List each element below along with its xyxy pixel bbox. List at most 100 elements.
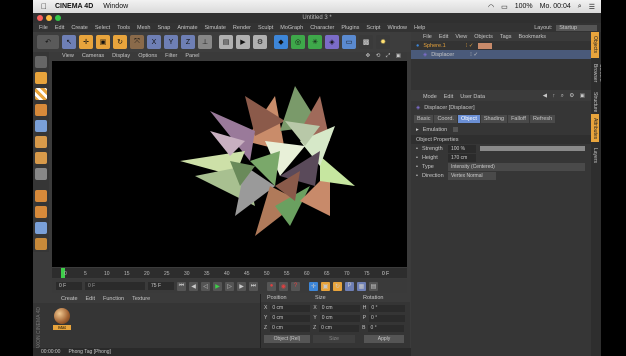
size-y-field[interactable]: 0 cm bbox=[319, 314, 360, 322]
y-axis-button[interactable]: Y bbox=[164, 35, 178, 49]
material-menu-create[interactable]: Create bbox=[61, 296, 78, 302]
wifi-icon[interactable]: ◠ bbox=[488, 3, 494, 11]
pos-key-button[interactable]: ✛ bbox=[309, 281, 318, 291]
pos-z-field[interactable]: 0 cm bbox=[270, 324, 311, 332]
goto-end-button[interactable]: ⏭ bbox=[249, 281, 258, 291]
menu-character[interactable]: Character bbox=[310, 25, 334, 31]
prev-frame-button[interactable]: ◁ bbox=[201, 281, 210, 291]
type-select[interactable]: Intensity (Centered) bbox=[447, 162, 585, 171]
play-button[interactable]: ▶ bbox=[213, 281, 222, 291]
direction-select[interactable]: Vertex Normal bbox=[447, 171, 496, 180]
attr-nav-icons[interactable]: ◀ ↑ ⌕ ⚙ ▣ bbox=[543, 93, 587, 100]
side-tab-layers[interactable]: Layers bbox=[591, 144, 599, 166]
tab-refresh[interactable]: Refresh bbox=[529, 115, 556, 123]
z-axis-button[interactable]: Z bbox=[181, 35, 195, 49]
menu-edit[interactable]: Edit bbox=[55, 25, 64, 31]
viewport-menu-view[interactable]: View bbox=[62, 53, 74, 59]
coordinate-mode-select[interactable]: Object (Rel) bbox=[264, 335, 310, 343]
array-button[interactable]: ✳ bbox=[308, 35, 322, 49]
os-menu-window[interactable]: Window bbox=[103, 3, 128, 10]
pos-y-field[interactable]: 0 cm bbox=[270, 314, 311, 322]
apple-icon[interactable]:  bbox=[39, 2, 49, 11]
rot-key-button[interactable]: ↻ bbox=[333, 281, 342, 291]
render-picture-viewer-button[interactable]: ▶ bbox=[236, 35, 250, 49]
environment-button[interactable]: ▭ bbox=[342, 35, 356, 49]
expand-arrow-icon[interactable]: ▸ bbox=[416, 127, 419, 133]
obj-menu-bookmarks[interactable]: Bookmarks bbox=[518, 34, 546, 40]
obj-menu-edit[interactable]: Edit bbox=[439, 34, 448, 40]
obj-menu-view[interactable]: View bbox=[455, 34, 467, 40]
menu-sculpt[interactable]: Sculpt bbox=[258, 25, 273, 31]
menu-plugins[interactable]: Plugins bbox=[341, 25, 359, 31]
menu-mesh[interactable]: Mesh bbox=[137, 25, 150, 31]
prev-key-button[interactable]: ◀ bbox=[189, 281, 198, 291]
magnet-icon[interactable] bbox=[35, 206, 47, 218]
battery-icon[interactable]: ▭ bbox=[501, 3, 508, 11]
side-tab-content-browser[interactable]: Content Browser bbox=[591, 60, 601, 86]
select-tool-button[interactable]: ↖ bbox=[62, 35, 76, 49]
viewport-nav-icons[interactable]: ✥ ⟲ ⤢ ▣ bbox=[366, 53, 403, 60]
snap-icon[interactable] bbox=[35, 190, 47, 202]
obj-menu-objects[interactable]: Objects bbox=[474, 34, 493, 40]
menu-select[interactable]: Select bbox=[95, 25, 110, 31]
clock[interactable]: Mo. 00:04 bbox=[540, 3, 571, 10]
material-menu-texture[interactable]: Texture bbox=[132, 296, 150, 302]
autokey-button[interactable]: ◉ bbox=[279, 281, 288, 291]
size-mode-select[interactable]: Size bbox=[313, 335, 355, 343]
tab-shading[interactable]: Shading bbox=[480, 115, 508, 123]
viewport-menu-filter[interactable]: Filter bbox=[165, 53, 177, 59]
camera-button[interactable]: ▩ bbox=[359, 35, 373, 49]
goto-start-button[interactable]: ⏮ bbox=[177, 281, 186, 291]
side-tab-objects[interactable]: Objects bbox=[591, 32, 599, 58]
apply-button[interactable]: Apply bbox=[364, 335, 404, 343]
param-key-button[interactable]: P bbox=[345, 281, 354, 291]
rot-p-field[interactable]: 0 ° bbox=[369, 314, 406, 322]
scale-tool-button[interactable]: ▣ bbox=[96, 35, 110, 49]
recent-tool-button[interactable]: ⤧ bbox=[130, 35, 144, 49]
deformer-button[interactable]: ◈ bbox=[325, 35, 339, 49]
record-button[interactable]: ● bbox=[267, 281, 276, 291]
object-row-displacer[interactable]: ◈ Displacer ⁝ ✓ bbox=[411, 50, 591, 59]
obj-menu-tags[interactable]: Tags bbox=[500, 34, 512, 40]
workplane-lock-icon[interactable] bbox=[35, 222, 47, 234]
viewport-menu-options[interactable]: Options bbox=[138, 53, 157, 59]
next-key-button[interactable]: ▶ bbox=[237, 281, 246, 291]
object-row-sphere[interactable]: ● Sphere.1 ⁝ ✓ bbox=[411, 41, 591, 50]
viewport-menu-display[interactable]: Display bbox=[112, 53, 130, 59]
menu-file[interactable]: File bbox=[39, 25, 48, 31]
material-menu-function[interactable]: Function bbox=[103, 296, 124, 302]
polygons-mode-icon[interactable] bbox=[35, 152, 47, 164]
attr-menu-edit[interactable]: Edit bbox=[444, 94, 453, 100]
close-window-button[interactable] bbox=[37, 15, 43, 21]
timeline-ruler[interactable]: 0 5 10 15 20 25 30 35 40 45 50 55 60 65 70 75 0 F bbox=[52, 268, 407, 278]
search-icon[interactable]: ⌕ bbox=[578, 3, 582, 11]
viewport-menu-cameras[interactable]: Cameras bbox=[82, 53, 104, 59]
points-mode-icon[interactable] bbox=[35, 120, 47, 132]
tab-coord[interactable]: Coord. bbox=[434, 115, 457, 123]
coordinate-system-button[interactable]: ⊥ bbox=[198, 35, 212, 49]
menu-snap[interactable]: Snap bbox=[157, 25, 170, 31]
render-view-button[interactable]: ▤ bbox=[219, 35, 233, 49]
pla-key-button[interactable]: ▦ bbox=[357, 281, 366, 291]
visibility-dots[interactable]: ⁝ ✓ bbox=[466, 43, 474, 49]
keyframe-selection-button[interactable]: ? bbox=[291, 281, 300, 291]
menu-mograph[interactable]: MoGraph bbox=[280, 25, 303, 31]
material-swatch[interactable]: Mat bbox=[53, 308, 71, 330]
make-editable-icon[interactable] bbox=[35, 56, 47, 68]
tab-basic[interactable]: Basic bbox=[414, 115, 434, 123]
timeline-window-button[interactable]: ▤ bbox=[369, 281, 378, 291]
attr-menu-mode[interactable]: Mode bbox=[423, 94, 437, 100]
rotate-tool-button[interactable]: ↻ bbox=[113, 35, 127, 49]
workplane-icon[interactable] bbox=[35, 104, 47, 116]
model-mode-icon[interactable] bbox=[35, 72, 47, 84]
scale-key-button[interactable]: ▣ bbox=[321, 281, 330, 291]
menu-window[interactable]: Window bbox=[387, 25, 407, 31]
edges-mode-icon[interactable] bbox=[35, 136, 47, 148]
menu-script[interactable]: Script bbox=[366, 25, 380, 31]
zoom-window-button[interactable] bbox=[55, 15, 61, 21]
enable-check-icon[interactable]: ⁝ ✓ bbox=[470, 52, 478, 58]
height-field[interactable]: 170 cm bbox=[447, 153, 476, 162]
menu-simulate[interactable]: Simulate bbox=[205, 25, 226, 31]
undo-button[interactable]: ↶ bbox=[37, 35, 59, 49]
menu-help[interactable]: Help bbox=[414, 25, 425, 31]
